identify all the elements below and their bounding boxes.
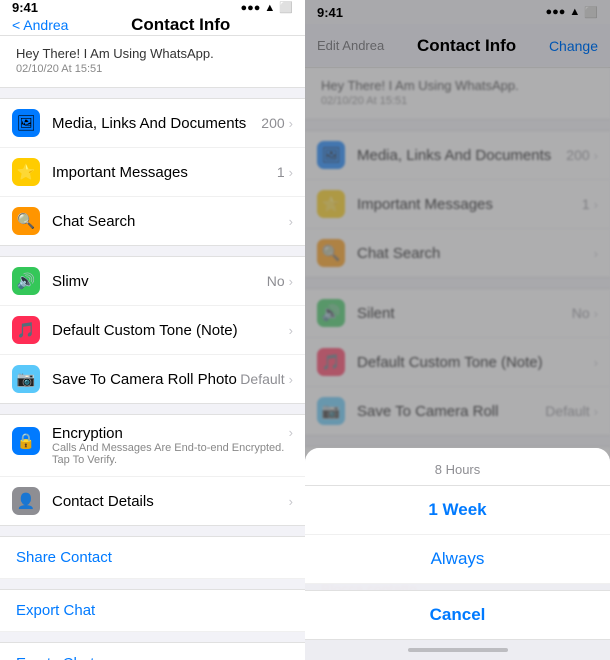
- media-value: 200: [261, 115, 284, 131]
- mute-value: No: [267, 273, 285, 289]
- home-indicator-right: [305, 640, 610, 660]
- important-chevron: ›: [289, 165, 293, 180]
- row-tone-left[interactable]: 🎵 Default Custom Tone (Note) ›: [0, 306, 305, 355]
- tone-chevron: ›: [289, 323, 293, 338]
- search-chevron: ›: [289, 214, 293, 229]
- save-value: Default: [240, 371, 284, 387]
- row-media-left[interactable]: 🖼 Media, Links And Documents 200 ›: [0, 99, 305, 148]
- action-item-1week[interactable]: 1 Week: [305, 486, 610, 535]
- row-save-left[interactable]: 📷 Save To Camera Roll Photo Default ›: [0, 355, 305, 403]
- contact-details-label: Contact Details: [52, 493, 289, 510]
- action-item-always[interactable]: Always: [305, 535, 610, 584]
- action-sheet-overlay: 8 Hours 1 Week Always Cancel: [305, 0, 610, 660]
- search-label: Chat Search: [52, 213, 289, 230]
- contact-details-chevron: ›: [289, 494, 293, 509]
- search-icon: 🔍: [12, 207, 40, 235]
- left-panel: 9:41 ●●● ▲ ⬜ < Andrea Contact Info Hey T…: [0, 0, 305, 660]
- empty-chat-row[interactable]: Empty Chat: [0, 642, 305, 660]
- save-icon: 📷: [12, 365, 40, 393]
- media-icon: 🖼: [12, 109, 40, 137]
- battery-icon: ⬜: [279, 1, 293, 14]
- contact-header-left: Hey There! I Am Using WhatsApp. 02/10/20…: [0, 36, 305, 88]
- tone-label: Default Custom Tone (Note): [52, 322, 289, 339]
- mute-icon: 🔊: [12, 267, 40, 295]
- signal-icon: ●●●: [240, 2, 260, 14]
- row-search-left[interactable]: 🔍 Chat Search ›: [0, 197, 305, 245]
- status-icons-left: ●●● ▲ ⬜: [240, 1, 293, 14]
- wifi-icon: ▲: [264, 2, 275, 14]
- row-important-left[interactable]: ⭐ Important Messages 1 ›: [0, 148, 305, 197]
- save-chevron: ›: [289, 372, 293, 387]
- contact-time-left: 02/10/20 At 15:51: [16, 63, 289, 75]
- action-cancel-button[interactable]: Cancel: [305, 590, 610, 640]
- row-mute-left[interactable]: 🔊 Slimv No ›: [0, 257, 305, 306]
- section-notifications-left: 🔊 Slimv No › 🎵 Default Custom Tone (Note…: [0, 256, 305, 404]
- important-label: Important Messages: [52, 164, 277, 181]
- encryption-chevron: ›: [289, 425, 293, 440]
- contact-details-icon: 👤: [12, 487, 40, 515]
- action-sheet: 8 Hours 1 Week Always Cancel: [305, 448, 610, 640]
- status-bar-left: 9:41 ●●● ▲ ⬜: [0, 0, 305, 15]
- share-contact-row[interactable]: Share Contact: [0, 536, 305, 579]
- mute-label: Slimv: [52, 273, 267, 290]
- mute-chevron: ›: [289, 274, 293, 289]
- export-chat-row[interactable]: Export Chat: [0, 589, 305, 632]
- save-label: Save To Camera Roll Photo: [52, 371, 240, 388]
- important-value: 1: [277, 164, 285, 180]
- tone-icon: 🎵: [12, 316, 40, 344]
- row-encryption-left[interactable]: 🔒 Encryption Calls And Messages Are End-…: [0, 415, 305, 477]
- encryption-label: Encryption: [52, 425, 289, 442]
- row-contact-details-left[interactable]: 👤 Contact Details ›: [0, 477, 305, 525]
- back-button-left[interactable]: < Andrea: [12, 17, 68, 33]
- section-encryption-left: 🔒 Encryption Calls And Messages Are End-…: [0, 414, 305, 526]
- encryption-sublabel: Calls And Messages Are End-to-end Encryp…: [52, 442, 289, 466]
- media-chevron: ›: [289, 116, 293, 131]
- media-label: Media, Links And Documents: [52, 115, 261, 132]
- section-media-left: 🖼 Media, Links And Documents 200 › ⭐ Imp…: [0, 98, 305, 246]
- time-left: 9:41: [12, 0, 38, 15]
- contact-status-left: Hey There! I Am Using WhatsApp.: [16, 46, 289, 61]
- encryption-icon: 🔒: [12, 427, 40, 455]
- important-icon: ⭐: [12, 158, 40, 186]
- nav-title-left: Contact Info: [131, 15, 230, 35]
- action-sheet-title: 8 Hours: [305, 448, 610, 486]
- right-panel: 9:41 ●●● ▲ ⬜ Edit Andrea Contact Info Ch…: [305, 0, 610, 660]
- nav-bar-left: < Andrea Contact Info: [0, 15, 305, 36]
- home-bar-right: [408, 648, 508, 652]
